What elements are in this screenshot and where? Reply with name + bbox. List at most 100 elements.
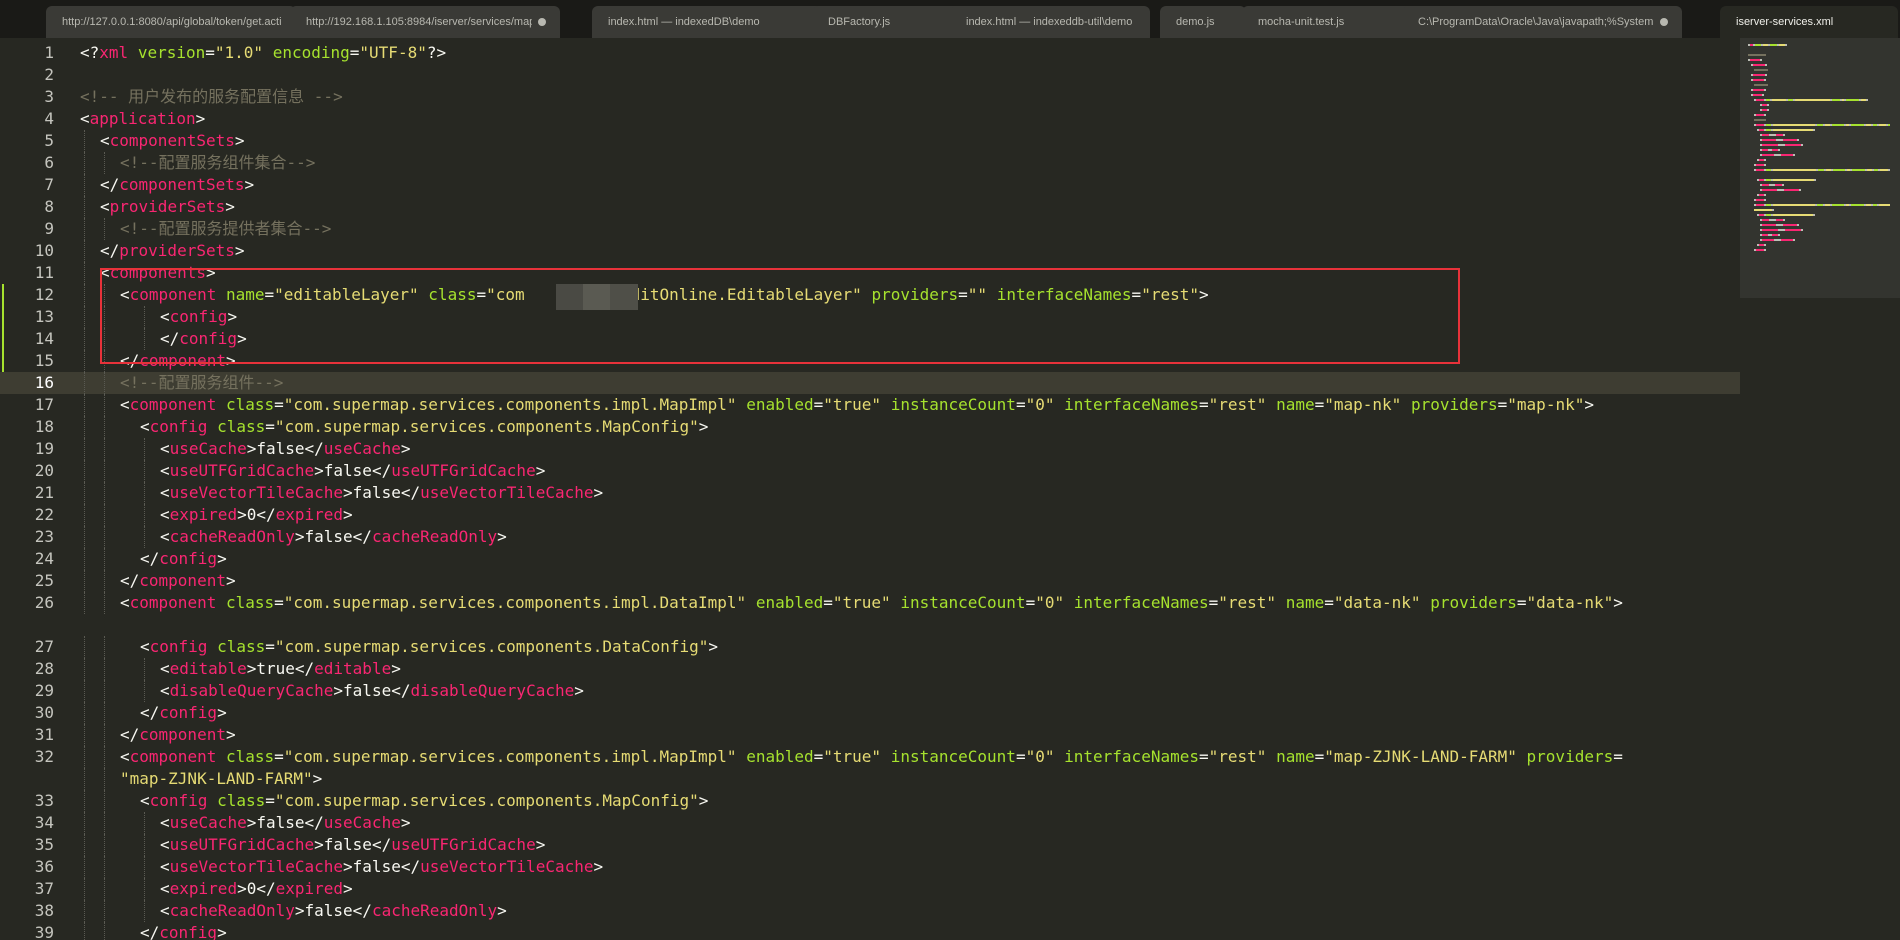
code-token: >false</ — [343, 483, 421, 502]
code-line[interactable]: <useVectorTileCache>false</useVectorTile… — [160, 482, 603, 504]
code-token: > — [225, 197, 235, 216]
annotation-highlight-box — [100, 268, 1460, 364]
code-editor[interactable]: 1 2 3 4 5 6 7 8 9 10 11 12 13 14 15 16 17 18 19 20 21 22 23 24 2… — [0, 38, 1900, 940]
code-line[interactable]: </component> — [120, 570, 236, 592]
indent-guide — [104, 834, 106, 856]
indent-guide — [84, 174, 86, 196]
code-token: useCache — [169, 439, 247, 458]
unsaved-dot-icon[interactable] — [538, 18, 546, 26]
code-line[interactable]: </config> — [140, 702, 227, 724]
code-token: </ — [120, 571, 140, 590]
code-line[interactable]: <useCache>false</useCache> — [160, 812, 410, 834]
code-token: > — [217, 703, 227, 722]
tab-bar: http://127.0.0.1:8080/api/global/token/g… — [0, 0, 1900, 38]
code-line[interactable]: <application> — [80, 108, 205, 130]
minimap-line — [1783, 139, 1797, 141]
code-line[interactable]: <!--配置服务组件集合--> — [120, 152, 315, 174]
code-line[interactable]: <useVectorTileCache>false</useVectorTile… — [160, 856, 603, 878]
code-line[interactable]: <editable>true</editable> — [160, 658, 401, 680]
tab-9[interactable]: iserver-services.xml — [1720, 6, 1898, 38]
code-token: < — [160, 857, 170, 876]
indent-guide — [84, 240, 86, 262]
code-line[interactable]: <cacheReadOnly>false</cacheReadOnly> — [160, 900, 507, 922]
line-number: 11 — [34, 263, 54, 282]
code-line[interactable]: <!--配置服务组件--> — [120, 372, 283, 394]
code-token: < — [100, 131, 110, 150]
code-line[interactable]: <component class="com.supermap.services.… — [120, 592, 1623, 614]
indent-guide — [104, 702, 106, 724]
code-token: version — [137, 43, 206, 62]
tab-8[interactable]: C:\ProgramData\Oracle\Java\javapath;%Sys… — [1402, 6, 1682, 38]
tab-3[interactable]: index.html — indexedDB\demo — [592, 6, 822, 38]
code-line[interactable]: </componentSets> — [100, 174, 254, 196]
code-token: < — [160, 879, 170, 898]
code-line[interactable]: <cacheReadOnly>false</cacheReadOnly> — [160, 526, 507, 548]
minimap-line — [1753, 89, 1764, 91]
code-line[interactable]: </config> — [140, 548, 227, 570]
code-line[interactable]: <config class="com.supermap.services.com… — [140, 636, 718, 658]
tab-7[interactable]: mocha-unit.test.js — [1242, 6, 1422, 38]
tab-1[interactable]: http://127.0.0.1:8080/api/global/token/g… — [46, 6, 296, 38]
code-line[interactable]: <config class="com.supermap.services.com… — [140, 416, 708, 438]
minimap-line — [1767, 104, 1769, 106]
code-line[interactable]: <config class="com.supermap.services.com… — [140, 790, 708, 812]
line-number: 17 — [34, 395, 54, 414]
code-token: = — [205, 43, 215, 62]
code-line[interactable]: <expired>0</expired> — [160, 504, 353, 526]
line-number: 3 — [44, 87, 54, 106]
minimap-line — [1765, 64, 1767, 66]
tab-5[interactable]: index.html — indexeddb-util\demo — [950, 6, 1150, 38]
tab-2[interactable]: http://192.168.1.105:8984/iserver/servic… — [290, 6, 560, 38]
indent-guide — [84, 636, 86, 658]
code-line[interactable]: <component class="com.supermap.services.… — [120, 394, 1594, 416]
tab-label: mocha-unit.test.js — [1258, 16, 1345, 28]
code-line[interactable]: "map-ZJNK-LAND-FARM"> — [120, 768, 322, 790]
tab-6[interactable]: demo.js — [1160, 6, 1246, 38]
indent-guide — [84, 284, 86, 306]
code-token: > — [535, 835, 546, 854]
code-token: >false</ — [294, 527, 372, 546]
minimap-line — [1764, 89, 1766, 91]
code-line[interactable]: <componentSets> — [100, 130, 245, 152]
code-line[interactable]: <!--配置服务提供者集合--> — [120, 218, 331, 240]
unsaved-dot-icon[interactable] — [1660, 18, 1668, 26]
tab-4[interactable]: DBFactory.js — [812, 6, 972, 38]
line-number: 34 — [34, 813, 54, 832]
code-token: class — [217, 791, 266, 810]
code-line[interactable]: </config> — [140, 922, 227, 940]
line-number: 27 — [34, 637, 54, 656]
minimap-line — [1754, 209, 1772, 211]
code-line[interactable]: <expired>0</expired> — [160, 878, 353, 900]
code-line[interactable]: <component class="com.supermap.services.… — [120, 746, 1623, 768]
code-line[interactable]: <providerSets> — [100, 196, 235, 218]
minimap-line — [1776, 224, 1783, 226]
minimap-line — [1776, 139, 1783, 141]
indent-guide — [104, 482, 106, 504]
code-line[interactable]: <!-- 用户发布的服务配置信息 --> — [80, 86, 343, 108]
code-line[interactable]: <?xml version="1.0" encoding="UTF-8"?> — [80, 42, 446, 64]
minimap-line — [1774, 239, 1781, 241]
code-line[interactable]: <disableQueryCache>false</disableQueryCa… — [160, 680, 584, 702]
code-token: >false</ — [343, 857, 421, 876]
indent-guide — [84, 460, 86, 482]
indent-guide — [84, 592, 86, 614]
code-token: "com.supermap.services.components.MapCon… — [274, 417, 699, 436]
minimap-line — [1764, 79, 1766, 81]
code-token: useCache — [169, 813, 247, 832]
minimap-line — [1764, 114, 1766, 116]
code-line[interactable]: <useCache>false</useCache> — [160, 438, 410, 460]
minimap-line — [1762, 154, 1774, 156]
code-token: "0" — [1025, 395, 1055, 414]
code-area[interactable]: <?xml version="1.0" encoding="UTF-8"?> <!… — [80, 38, 1730, 940]
code-line[interactable]: <useUTFGridCache>false</useUTFGridCache> — [160, 460, 545, 482]
code-line[interactable]: </component> — [120, 724, 236, 746]
code-line[interactable]: <useUTFGridCache>false</useUTFGridCache> — [160, 834, 545, 856]
minimap-viewport[interactable] — [1740, 38, 1900, 298]
minimap[interactable] — [1740, 38, 1900, 940]
code-token: useUTFGridCache — [169, 461, 315, 480]
code-line[interactable]: </providerSets> — [100, 240, 245, 262]
